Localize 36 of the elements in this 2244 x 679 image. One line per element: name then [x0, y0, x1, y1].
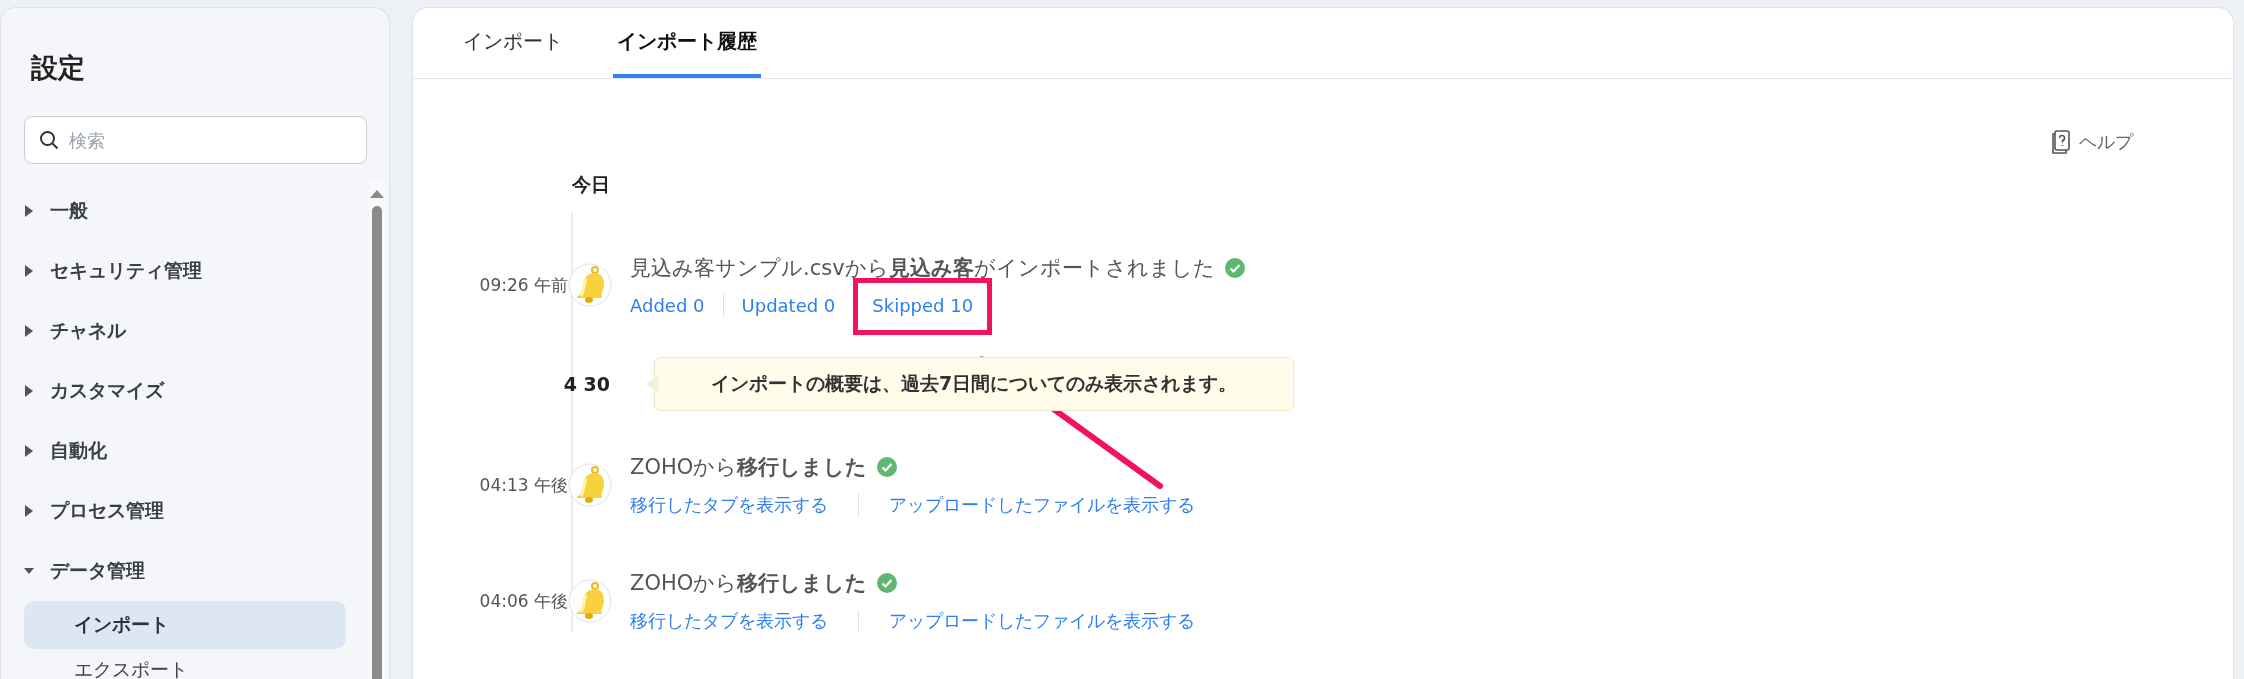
date-label: 今日: [571, 172, 611, 197]
result-link[interactable]: アップロードしたファイルを表示する: [889, 609, 1195, 633]
import-message: ZOHOから移行しました: [630, 454, 868, 481]
sidebar-item[interactable]: データ管理: [24, 541, 369, 601]
result-link[interactable]: Added 0: [630, 294, 705, 316]
sidebar-item[interactable]: セキュリティ管理: [24, 241, 369, 301]
scroll-up-icon[interactable]: [370, 188, 384, 198]
tooltip-pointer-icon: [645, 376, 659, 392]
sidebar-item[interactable]: カスタマイズ: [24, 361, 369, 421]
time-label: 09:26 午前: [478, 273, 568, 297]
bell-icon: [568, 463, 612, 507]
bell-icon: [568, 579, 612, 623]
help-book-icon: [2051, 130, 2071, 154]
sidebar-item[interactable]: チャネル: [24, 301, 369, 361]
sidebar-subitem[interactable]: エクスポート: [24, 655, 346, 679]
tab[interactable]: インポート履歴: [613, 8, 761, 78]
time-label: 04:13 午後: [478, 473, 568, 497]
result-link[interactable]: アップロードしたファイルを表示する: [889, 493, 1195, 517]
sidebar-item[interactable]: 自動化: [24, 421, 369, 481]
scrollbar[interactable]: [369, 180, 385, 679]
bell-icon: [568, 263, 612, 307]
search-field[interactable]: 検索: [24, 116, 367, 164]
sidebar-title: 設定: [31, 51, 86, 85]
help-link[interactable]: ヘルプ: [2045, 129, 2139, 155]
date-label: 4 30: [562, 373, 611, 395]
time-label: 04:06 午後: [478, 589, 568, 613]
sidebar-subitem[interactable]: インポート: [24, 601, 346, 649]
result-link[interactable]: Skipped 10: [853, 277, 993, 335]
sidebar-item[interactable]: 一般: [24, 181, 369, 241]
tab[interactable]: インポート: [459, 8, 567, 78]
result-link[interactable]: Updated 0: [741, 294, 836, 316]
result-link[interactable]: 移行したタブを表示する: [630, 609, 828, 633]
sidebar-item[interactable]: プロセス管理: [24, 481, 369, 541]
search-icon: [39, 130, 59, 150]
result-link[interactable]: 移行したタブを表示する: [630, 493, 828, 517]
import-message: ZOHOから移行しました: [630, 570, 868, 597]
